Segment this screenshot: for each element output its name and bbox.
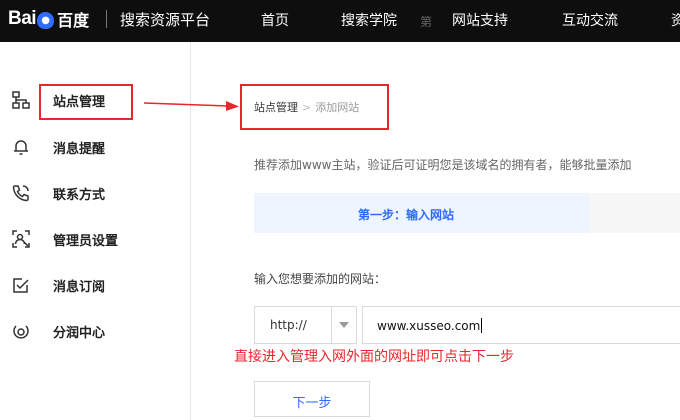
breadcrumb: 站点管理 > 添加网站: [254, 99, 359, 115]
next-step-button[interactable]: 下一步: [254, 381, 370, 417]
add-site-hint: 推荐添加www主站，验证后可证明您是该域名的拥有者，能够批量添加: [254, 158, 632, 172]
url-text: www.xusseo.com: [377, 319, 481, 333]
breadcrumb-current-page: 添加网站: [315, 101, 360, 114]
protocol-select[interactable]: http://: [254, 306, 357, 344]
select-divider: [331, 307, 332, 343]
nav-item-community[interactable]: 互动交流: [562, 10, 618, 30]
text-cursor: [481, 318, 483, 333]
next-step-button-label: 下一步: [292, 396, 332, 411]
sidebar-item-revenue-center[interactable]: 分润中心: [0, 310, 190, 350]
nav-item-support[interactable]: 网站支持: [452, 10, 508, 30]
sidebar-item-admin-settings[interactable]: 管理员设置: [0, 218, 190, 258]
bell-icon: [14, 140, 28, 155]
logo-text-bai: Bai: [8, 8, 37, 29]
step-2: [589, 193, 680, 233]
site-title[interactable]: 搜索资源平台: [120, 9, 210, 30]
sidebar-item-notifications[interactable]: 消息提醒: [0, 126, 190, 166]
paw-icon: ●: [37, 11, 55, 29]
website-url-input[interactable]: www.xusseo.com: [362, 306, 680, 344]
top-navigation-bar: Bai ● 百度 搜索资源平台 首页 搜索学院 网站支持 互动交流 资: [0, 0, 680, 42]
baidu-logo[interactable]: Bai ● 百度: [8, 7, 89, 31]
breadcrumb-link-site-management[interactable]: 站点管理: [254, 101, 298, 114]
subscribe-check-icon: [13, 278, 29, 293]
sidebar-item-label: 管理员设置: [53, 234, 119, 249]
sidebar-highlight-annotation: [39, 84, 133, 120]
sidebar-item-label: 联系方式: [53, 188, 106, 203]
sidebar-item-subscriptions[interactable]: 消息订阅: [0, 264, 190, 304]
caret-down-icon[interactable]: [339, 322, 349, 328]
logo-text-cn: 百度: [57, 11, 90, 30]
nav-item-home[interactable]: 首页: [261, 10, 289, 30]
sidebar-item-label: 分润中心: [53, 326, 106, 341]
sidebar-item-contact[interactable]: 联系方式: [0, 172, 190, 212]
step-1-label: 第一步：输入网站: [358, 208, 455, 222]
admin-profile-icon: [12, 230, 30, 248]
website-input-label: 输入您想要添加的网站：: [254, 272, 387, 286]
nav-item-truncated[interactable]: 资: [671, 10, 680, 30]
nav-item-academy[interactable]: 搜索学院: [341, 10, 397, 30]
step-indicator: 第一步：输入网站: [254, 193, 680, 233]
protocol-value: http://: [270, 318, 307, 332]
sidebar-item-label: 消息订阅: [53, 280, 106, 295]
step-2-label: 第: [420, 15, 433, 29]
phone-icon: [12, 185, 29, 202]
target-ring-icon: [13, 325, 29, 339]
breadcrumb-separator: >: [302, 101, 312, 114]
sitemap-icon: [12, 91, 30, 109]
instruction-annotation: 直接进入管理入网外面的网址即可点击下一步: [234, 349, 514, 365]
logo-divider: [106, 10, 107, 28]
website-url-value: www.xusseo.com: [377, 318, 483, 333]
sidebar-item-label: 消息提醒: [53, 142, 106, 157]
annotation-arrow-icon: [143, 101, 239, 111]
